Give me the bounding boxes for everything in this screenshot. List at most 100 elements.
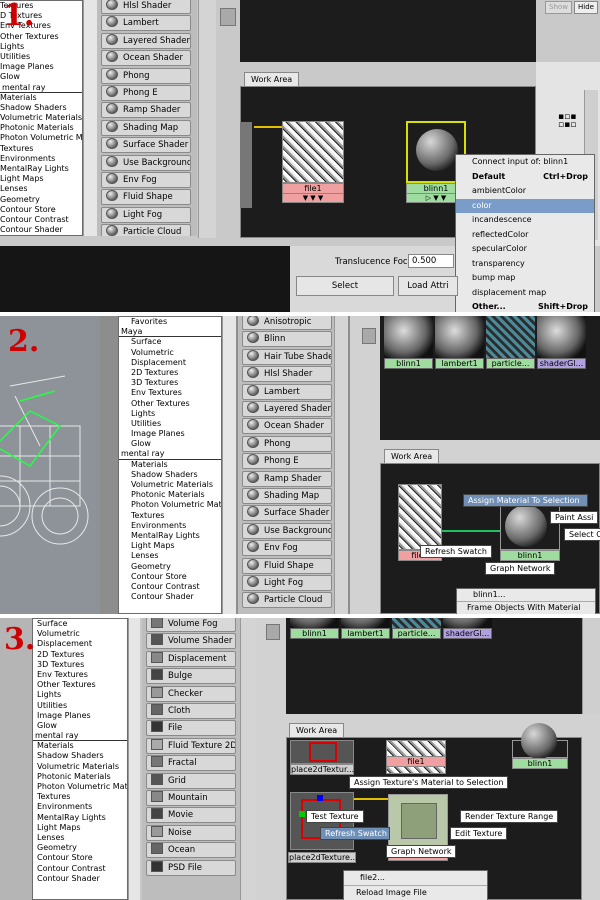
- paint-assign-menu-item[interactable]: Paint Assi: [550, 511, 599, 524]
- node-create-button[interactable]: Ocean Shader: [101, 50, 191, 67]
- tree-item[interactable]: Shadow Shaders: [119, 470, 221, 480]
- tree-item[interactable]: Favorites: [119, 317, 221, 327]
- node-create-button[interactable]: Fluid Shape: [242, 557, 332, 574]
- load-attributes-button[interactable]: Load Attri: [398, 276, 458, 296]
- tree-item[interactable]: Image Planes: [33, 711, 127, 721]
- node-create-button[interactable]: Env Fog: [101, 172, 191, 188]
- tree-item[interactable]: Glow: [33, 721, 127, 731]
- node-type-tree[interactable]: Favorites Maya Surface Volumetric Displaceme…: [118, 316, 222, 614]
- tree-item[interactable]: 2D Textures: [33, 650, 127, 660]
- node-create-button[interactable]: Phong E: [242, 453, 332, 470]
- tree-item[interactable]: Photon Volumetric Mat...: [119, 500, 221, 510]
- tree-item[interactable]: Contour Shader: [0, 225, 82, 235]
- refresh-swatch-menu-item[interactable]: Refresh Swatch: [320, 827, 390, 840]
- node-create-button[interactable]: Shading Map: [101, 119, 191, 136]
- node-create-button[interactable]: Ocean: [146, 842, 236, 859]
- tree-item[interactable]: mental ray: [33, 731, 127, 742]
- node-create-button[interactable]: Bulge: [146, 668, 236, 685]
- translucence-focus-field[interactable]: 0.500: [408, 254, 454, 268]
- blinn1-node[interactable]: [500, 502, 560, 550]
- file1-node[interactable]: [282, 121, 344, 183]
- tree-item[interactable]: Shadow Shaders: [0, 103, 82, 113]
- material-swatch[interactable]: particle...: [486, 316, 535, 369]
- tree-item[interactable]: Geometry: [33, 843, 127, 853]
- tree-item[interactable]: Displacement: [119, 358, 221, 368]
- tree-scrollbar[interactable]: [128, 618, 140, 900]
- node-create-button[interactable]: Ramp Shader: [242, 470, 332, 487]
- node-create-button[interactable]: Noise: [146, 824, 236, 841]
- tab-work-area[interactable]: Work Area: [384, 449, 440, 463]
- toggle-button[interactable]: [266, 624, 280, 640]
- show-button[interactable]: Show: [545, 1, 572, 14]
- node-create-button[interactable]: Ramp Shader: [101, 102, 191, 119]
- node-create-button[interactable]: Env Fog: [242, 540, 332, 557]
- node-create-button[interactable]: Movie: [146, 807, 236, 824]
- node-create-button[interactable]: Anisotropic: [242, 316, 332, 330]
- tree-item[interactable]: Lights: [0, 42, 82, 52]
- tree-item[interactable]: Utilities: [33, 701, 127, 711]
- menu-item-other[interactable]: Other... Shift+Drop: [456, 300, 594, 312]
- tree-item[interactable]: Surface: [119, 337, 221, 347]
- menu-item-reload-image[interactable]: Reload Image File: [344, 885, 487, 899]
- button-scrollbar[interactable]: [240, 618, 256, 900]
- tree-item[interactable]: Volumetric Materials: [33, 762, 127, 772]
- menu-item-specularcolor[interactable]: specularColor: [456, 242, 594, 257]
- menu-item-default[interactable]: Default Ctrl+Drop: [456, 170, 594, 185]
- tree-item[interactable]: mental ray: [119, 449, 221, 460]
- tree-item[interactable]: Light Maps: [33, 823, 127, 833]
- file2-node[interactable]: [388, 794, 448, 850]
- tree-item[interactable]: Surface: [33, 619, 127, 629]
- tree-item[interactable]: Lenses: [0, 184, 82, 194]
- button-scrollbar[interactable]: [334, 316, 348, 614]
- node-create-button[interactable]: Hlsl Shader: [242, 366, 332, 383]
- node-type-tree[interactable]: Surface Volumetric Displacement 2D Textures…: [32, 618, 128, 900]
- node-create-button[interactable]: Surface Shader: [101, 137, 191, 154]
- tree-scrollbar[interactable]: [222, 316, 236, 614]
- tree-item[interactable]: Image Planes: [119, 429, 221, 439]
- tree-item[interactable]: Image Planes: [0, 62, 82, 72]
- tree-item[interactable]: Textures: [33, 792, 127, 802]
- tree-item[interactable]: Photon Volumetric Mat...: [33, 782, 127, 792]
- tree-item[interactable]: Env Textures: [119, 388, 221, 398]
- tree-item[interactable]: Volumetric Materials: [119, 480, 221, 490]
- menu-item-bump-map[interactable]: bump map: [456, 271, 594, 286]
- material-swatch[interactable]: shaderGl...: [443, 618, 492, 639]
- tree-item[interactable]: Materials: [33, 741, 127, 751]
- material-swatch[interactable]: particle...: [392, 618, 441, 639]
- node-create-button[interactable]: Checker: [146, 685, 236, 702]
- tree-item[interactable]: Photon Volumetric Mat...: [0, 133, 82, 143]
- node-create-button[interactable]: Cloth: [146, 703, 236, 719]
- tree-item[interactable]: mental ray: [0, 83, 82, 93]
- select-button[interactable]: Select: [296, 276, 394, 296]
- tree-item[interactable]: Light Maps: [119, 541, 221, 551]
- assign-texture-material-menu-item[interactable]: Assign Texture's Material to Selection: [349, 776, 509, 789]
- node-create-button[interactable]: Hlsl Shader: [101, 0, 191, 14]
- tree-item[interactable]: Maya: [119, 327, 221, 338]
- tree-item[interactable]: Contour Store: [0, 205, 82, 215]
- menu-item-frame-objects[interactable]: Frame Objects With Material: [457, 601, 595, 613]
- tree-item[interactable]: Photonic Materials: [119, 490, 221, 500]
- node-create-button[interactable]: Phong E: [101, 85, 191, 101]
- select-objects-menu-item[interactable]: Select O: [564, 528, 600, 541]
- menu-item-displacement-map[interactable]: displacement map: [456, 286, 594, 301]
- menu-item-color[interactable]: color: [456, 198, 594, 213]
- tree-item[interactable]: Photonic Materials: [0, 123, 82, 133]
- node-create-button[interactable]: Shading Map: [242, 488, 332, 504]
- tree-item[interactable]: 3D Textures: [33, 660, 127, 670]
- graph-network-menu-item[interactable]: Graph Network: [386, 845, 457, 858]
- node-type-tree[interactable]: Textures D Textures Env Textures Other Text…: [0, 0, 83, 236]
- tree-item[interactable]: Contour Contrast: [0, 215, 82, 225]
- tree-item[interactable]: Contour Contrast: [119, 582, 221, 592]
- assign-material-menu-item[interactable]: Assign Material To Selection: [463, 494, 588, 507]
- node-create-button[interactable]: Volume Shader: [146, 633, 236, 650]
- tree-item[interactable]: Displacement: [33, 639, 127, 649]
- node-create-button[interactable]: Displacement: [146, 650, 236, 667]
- file1-node-ports[interactable]: ▼ ▼ ▼: [282, 193, 344, 203]
- tree-item[interactable]: Env Textures: [33, 670, 127, 680]
- hide-button[interactable]: Hide: [574, 1, 598, 14]
- place2d-node-a[interactable]: [290, 740, 354, 764]
- material-swatch[interactable]: blinn1: [290, 618, 339, 639]
- tree-item[interactable]: Materials: [119, 460, 221, 470]
- node-create-button[interactable]: Layered Shader: [101, 32, 191, 49]
- tree-item[interactable]: Glow: [119, 439, 221, 449]
